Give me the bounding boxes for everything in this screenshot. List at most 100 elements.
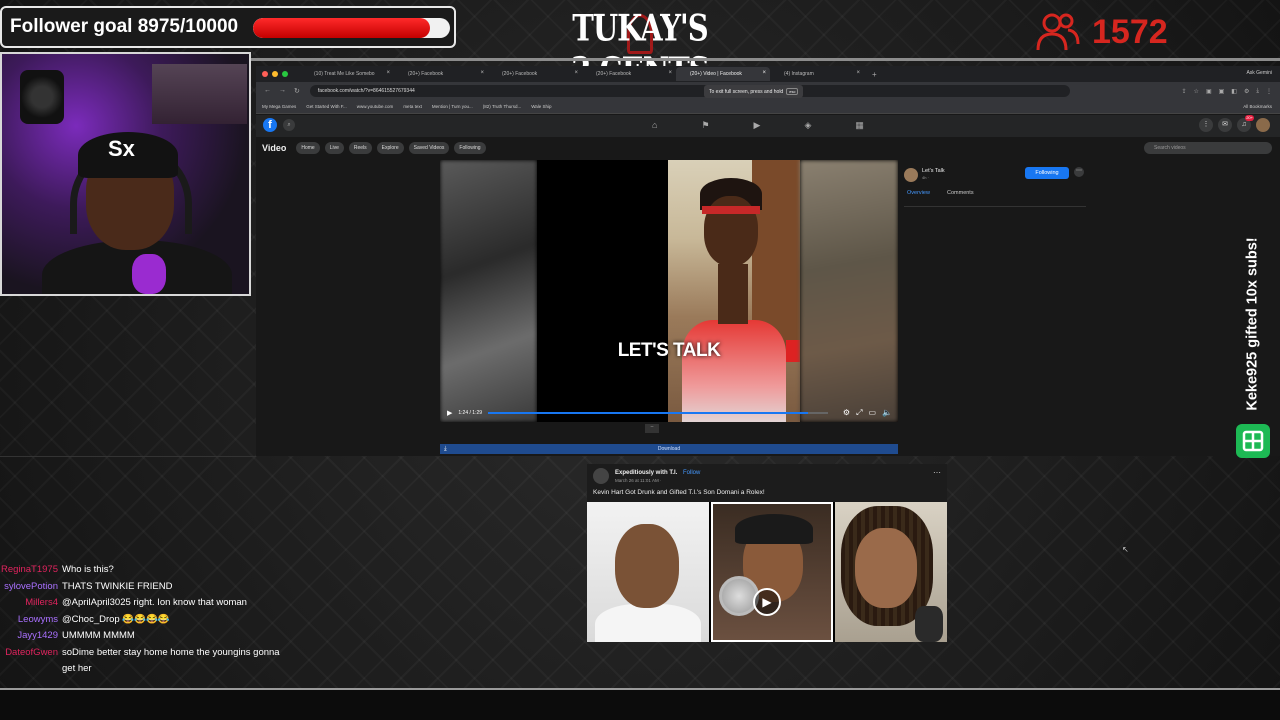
download-button[interactable]: ⤓ Download — [440, 444, 898, 454]
reload-icon[interactable]: ↻ — [294, 87, 300, 95]
play-icon[interactable]: ▶ — [447, 409, 452, 417]
close-icon[interactable]: × — [856, 70, 860, 76]
bookmark-item[interactable]: Get Started With F... — [306, 104, 347, 109]
menu-icon[interactable]: ⋮ — [1266, 88, 1272, 95]
player-control-icons: ⚙ ⤢ ▭ 🔈 — [843, 408, 892, 418]
settings-icon[interactable]: ⚙ — [843, 408, 850, 418]
video-blur-right — [800, 160, 898, 422]
avatar[interactable] — [1256, 118, 1270, 132]
video-tab-following[interactable]: Following — [454, 142, 486, 154]
chat-username[interactable]: Millers4 — [0, 595, 62, 612]
close-icon[interactable]: × — [762, 70, 766, 76]
video-tab-reels[interactable]: Reels — [348, 142, 372, 154]
tab-comments[interactable]: Comments — [944, 188, 977, 198]
close-icon[interactable]: × — [668, 70, 672, 76]
mouse-cursor-icon: ↖ — [1122, 545, 1129, 554]
expand-icon[interactable]: ⤢ — [856, 408, 862, 418]
chat-username[interactable]: ReginaT1975 — [0, 562, 62, 579]
bookmark-item[interactable]: Mention | Turn you... — [432, 104, 473, 109]
post-video-thumbnail[interactable]: ▶ — [587, 502, 947, 642]
ask-gemini-button[interactable]: Ask Gemini — [1246, 70, 1272, 76]
bookmark-item[interactable]: Wale Ship — [531, 104, 551, 109]
collapse-button[interactable]: – — [645, 424, 659, 433]
notification-badge: 20+ — [1245, 115, 1254, 121]
browser-tab[interactable]: (10) Treat Me Like Somebo × — [300, 67, 394, 81]
volume-icon[interactable]: 🔈 — [882, 408, 892, 418]
chat-username[interactable]: Leowyms — [0, 612, 62, 629]
search-videos-input[interactable]: Search videos — [1144, 142, 1272, 154]
users-icon — [1036, 13, 1080, 51]
video-post-card[interactable]: Expeditiously with T.I. Follow March 26 … — [587, 464, 947, 642]
post-date: March 26 at 11:01 AM · — [615, 478, 662, 483]
extension-icon[interactable]: ◧ — [1231, 88, 1237, 95]
address-bar[interactable]: facebook.com/watch/?v=864615527679344 — [309, 85, 1070, 97]
flag-icon[interactable]: ⚑ — [701, 120, 709, 131]
marketplace-icon[interactable]: ◈ — [804, 120, 811, 131]
share-icon[interactable]: ⇪ — [1182, 88, 1187, 95]
minimize-window-button[interactable] — [272, 71, 278, 77]
back-icon[interactable]: ← — [264, 87, 271, 95]
chat-message: ReginaT1975 Who is this? — [0, 562, 290, 579]
follower-goal-bar — [253, 18, 450, 38]
more-options-icon[interactable]: ⋯ — [1074, 167, 1084, 177]
facebook-logo-icon[interactable]: f — [263, 118, 277, 132]
forward-icon[interactable]: → — [279, 87, 286, 95]
toolbar-icons: ⇪ ☆ ▣ ▣ ◧ ⚙ ⤓ ⋮ — [1182, 88, 1272, 95]
video-icon[interactable]: ▶ — [754, 120, 761, 131]
close-icon[interactable]: × — [574, 70, 578, 76]
bookmark-item[interactable]: (82) Truth Thursd... — [483, 104, 521, 109]
home-icon[interactable]: ⌂ — [652, 120, 657, 131]
bookmark-item[interactable]: My Mega Games — [262, 104, 296, 109]
gaming-icon[interactable]: ▦ — [855, 120, 864, 131]
person-neck — [718, 264, 748, 324]
browser-tab[interactable]: (20+) Facebook × — [488, 67, 582, 81]
extension-icon[interactable]: ⚙ — [1244, 88, 1249, 95]
notifications-icon[interactable]: ♫ 20+ — [1237, 115, 1254, 132]
page-name[interactable]: Let's Talk — [922, 168, 945, 174]
post-author[interactable]: Expeditiously with T.I. — [615, 470, 677, 476]
fullscreen-tip-text: To exit full screen, press and hold — [709, 88, 784, 95]
extension-icon[interactable]: ▣ — [1206, 88, 1212, 95]
browser-tab-active[interactable]: (20+) Video | Facebook × — [676, 67, 770, 81]
close-icon[interactable]: × — [386, 70, 390, 76]
microphone — [132, 254, 166, 294]
video-tab-home[interactable]: Home — [296, 142, 320, 154]
tab-overview[interactable]: Overview — [904, 188, 933, 198]
video-tab-explore[interactable]: Explore — [376, 142, 404, 154]
bookmark-item[interactable]: meta text — [403, 104, 422, 109]
close-icon[interactable]: × — [480, 70, 484, 76]
video-progress-track[interactable] — [488, 412, 828, 414]
pip-icon[interactable]: ▭ — [868, 408, 876, 418]
download-icon[interactable]: ⤓ — [1256, 88, 1259, 95]
maximize-window-button[interactable] — [282, 71, 288, 77]
following-button[interactable]: Following — [1025, 167, 1069, 179]
new-tab-button[interactable]: + — [872, 70, 877, 79]
post-follow-link[interactable]: Follow — [683, 470, 700, 476]
video-tab-live[interactable]: Live — [324, 142, 344, 154]
browser-tab[interactable]: (4) Instagram × — [770, 67, 864, 81]
browser-tab[interactable]: (20+) Facebook × — [394, 67, 488, 81]
page-avatar[interactable] — [904, 168, 918, 182]
chat-username[interactable]: Jayy1429 — [0, 628, 62, 645]
more-options-icon[interactable]: ⋯ — [933, 468, 941, 477]
panel-divider — [904, 206, 1086, 207]
tab-label: (20+) Facebook — [408, 71, 444, 77]
menu-grid-icon[interactable]: ⋮ — [1199, 118, 1213, 132]
all-bookmarks[interactable]: All Bookmarks — [1243, 104, 1272, 109]
post-author-avatar[interactable] — [593, 468, 609, 484]
video-progress-fill — [488, 412, 808, 414]
star-icon[interactable]: ☆ — [1194, 88, 1199, 95]
messenger-icon[interactable]: ✉ — [1218, 118, 1232, 132]
video-tab-saved[interactable]: Saved Videos — [408, 142, 450, 154]
chat-username[interactable]: sylovePotion — [0, 579, 62, 596]
video-player[interactable]: LET'S TALK ▶ 1:24 / 1:29 ⚙ ⤢ ▭ 🔈 — [440, 160, 898, 422]
close-window-button[interactable] — [262, 71, 268, 77]
extension-icon[interactable]: ▣ — [1219, 88, 1225, 95]
thumb-person-face — [615, 524, 679, 608]
browser-tab[interactable]: (20+) Facebook × — [582, 67, 676, 81]
search-icon[interactable]: ⌕ — [283, 119, 295, 131]
thumb-panel-right — [835, 502, 947, 642]
chat-username[interactable]: DateofGwen — [0, 645, 62, 678]
play-icon[interactable]: ▶ — [753, 588, 781, 616]
bookmark-item[interactable]: www.youtube.com — [357, 104, 394, 109]
